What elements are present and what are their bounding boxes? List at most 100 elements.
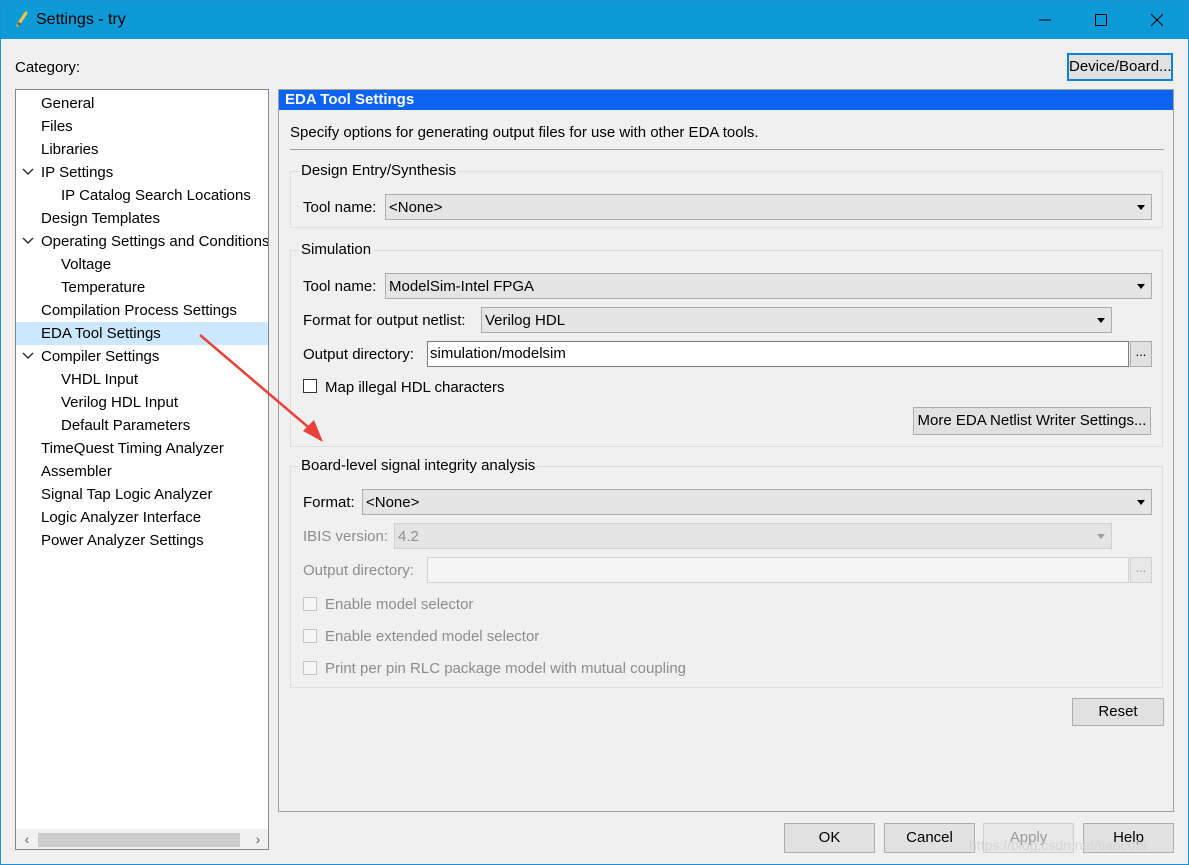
tree-item[interactable]: General bbox=[16, 92, 268, 115]
tree-item[interactable]: IP Catalog Search Locations bbox=[16, 184, 268, 207]
print-per-pin-checkbox[interactable] bbox=[303, 661, 317, 675]
chevron-down-icon bbox=[1097, 318, 1105, 323]
tree-item[interactable]: Default Parameters bbox=[16, 414, 268, 437]
simulation-tool-select[interactable]: ModelSim-Intel FPGA bbox=[385, 273, 1152, 299]
enable-extended-model-selector-checkbox[interactable] bbox=[303, 629, 317, 643]
tree-item[interactable]: TimeQuest Timing Analyzer bbox=[16, 437, 268, 460]
output-directory-label: Output directory: bbox=[303, 346, 414, 363]
group-title: Board-level signal integrity analysis bbox=[299, 457, 538, 475]
netlist-format-select[interactable]: Verilog HDL bbox=[481, 307, 1112, 333]
tree-item[interactable]: Files bbox=[16, 115, 268, 138]
tree-item[interactable]: EDA Tool Settings bbox=[16, 322, 268, 345]
tree-item-label: EDA Tool Settings bbox=[41, 325, 161, 342]
enable-model-selector-checkbox[interactable] bbox=[303, 597, 317, 611]
window-title: Settings - try bbox=[36, 11, 126, 28]
title-bar: Settings - try bbox=[1, 1, 1188, 39]
tree-item[interactable]: Design Templates bbox=[16, 207, 268, 230]
tree-item-label: Operating Settings and Conditions bbox=[41, 233, 269, 250]
chevron-down-icon[interactable] bbox=[22, 167, 34, 177]
output-directory-label: Output directory: bbox=[303, 562, 414, 579]
tree-item[interactable]: Libraries bbox=[16, 138, 268, 161]
tree-item-label: Logic Analyzer Interface bbox=[41, 509, 202, 526]
design-entry-tool-select[interactable]: <None> bbox=[385, 194, 1152, 220]
tree-item-label: IP Settings bbox=[41, 164, 114, 181]
minimize-button[interactable] bbox=[1017, 1, 1073, 39]
board-level-group: Board-level signal integrity analysis Fo… bbox=[290, 457, 1163, 688]
tree-item[interactable]: Voltage bbox=[16, 253, 268, 276]
tree-item[interactable]: VHDL Input bbox=[16, 368, 268, 391]
minimize-icon bbox=[1039, 19, 1051, 21]
tree-item-label: Power Analyzer Settings bbox=[41, 532, 204, 549]
browse-button[interactable]: ... bbox=[1130, 557, 1152, 583]
ibis-version-select[interactable]: 4.2 bbox=[394, 523, 1112, 549]
chevron-down-icon[interactable] bbox=[22, 236, 34, 246]
format-label: Format for output netlist: bbox=[303, 312, 466, 329]
settings-panel: EDA Tool Settings Specify options for ge… bbox=[278, 89, 1174, 812]
group-title: Simulation bbox=[299, 241, 374, 259]
category-tree: General Files Libraries IP Settings IP Catal… bbox=[15, 89, 269, 850]
board-format-select[interactable]: <None> bbox=[362, 489, 1152, 515]
tree-horizontal-scrollbar[interactable]: ‹ › bbox=[16, 829, 268, 849]
tree-item[interactable]: Power Analyzer Settings bbox=[16, 529, 268, 552]
chevron-down-icon bbox=[1137, 500, 1145, 505]
tree-item-label: VHDL Input bbox=[61, 371, 138, 388]
more-eda-settings-button[interactable]: More EDA Netlist Writer Settings... bbox=[913, 407, 1151, 435]
select-value: <None> bbox=[366, 494, 420, 511]
tree-item[interactable]: Temperature bbox=[16, 276, 268, 299]
tree-item[interactable]: Logic Analyzer Interface bbox=[16, 506, 268, 529]
select-value: <None> bbox=[389, 199, 443, 216]
separator bbox=[290, 149, 1164, 150]
close-icon bbox=[1151, 14, 1163, 26]
scroll-right-icon[interactable]: › bbox=[250, 831, 266, 847]
tree-item-label: IP Catalog Search Locations bbox=[61, 187, 251, 204]
output-directory-input[interactable]: simulation/modelsim bbox=[427, 341, 1129, 367]
group-title: Design Entry/Synthesis bbox=[299, 162, 459, 180]
map-illegal-label: Map illegal HDL characters bbox=[325, 379, 505, 396]
tree-item-label: Temperature bbox=[61, 279, 146, 296]
chevron-down-icon bbox=[1137, 205, 1145, 210]
maximize-button[interactable] bbox=[1073, 1, 1129, 39]
app-icon bbox=[16, 11, 28, 27]
reset-button[interactable]: Reset bbox=[1072, 698, 1164, 726]
scroll-thumb[interactable] bbox=[38, 833, 240, 847]
scroll-left-icon[interactable]: ‹ bbox=[19, 831, 35, 847]
select-value: ModelSim-Intel FPGA bbox=[389, 278, 535, 295]
tree-item-label: Compilation Process Settings bbox=[41, 302, 237, 319]
chevron-down-icon bbox=[1137, 284, 1145, 289]
tree-item-label: Files bbox=[41, 118, 73, 135]
enable-extended-model-selector-label: Enable extended model selector bbox=[325, 628, 540, 645]
tree-item[interactable]: Compilation Process Settings bbox=[16, 299, 268, 322]
select-value: Verilog HDL bbox=[485, 312, 566, 329]
board-output-directory-input[interactable] bbox=[427, 557, 1129, 583]
chevron-down-icon[interactable] bbox=[22, 351, 34, 361]
tree-item[interactable]: Compiler Settings bbox=[16, 345, 268, 368]
tree-item-label: Voltage bbox=[61, 256, 112, 273]
enable-model-selector-label: Enable model selector bbox=[325, 596, 474, 613]
watermark-text: https://blog.csdn.net/tiaocola bbox=[969, 837, 1147, 853]
device-board-button[interactable]: Device/Board... bbox=[1067, 53, 1173, 81]
cancel-button[interactable]: Cancel bbox=[884, 823, 975, 853]
map-illegal-checkbox[interactable] bbox=[303, 379, 317, 393]
tool-name-label: Tool name: bbox=[303, 278, 377, 295]
ok-button[interactable]: OK bbox=[784, 823, 875, 853]
design-entry-group: Design Entry/Synthesis Tool name: <None> bbox=[290, 162, 1163, 228]
select-value: 4.2 bbox=[398, 528, 419, 545]
tree-item-label: Libraries bbox=[41, 141, 99, 158]
tree-item-label: Compiler Settings bbox=[41, 348, 160, 365]
tree-item-label: Assembler bbox=[41, 463, 112, 480]
tree-item-label: Default Parameters bbox=[61, 417, 191, 434]
browse-button[interactable]: ... bbox=[1130, 341, 1152, 367]
tree-item[interactable]: Signal Tap Logic Analyzer bbox=[16, 483, 268, 506]
tree-item[interactable]: Assembler bbox=[16, 460, 268, 483]
simulation-group: Simulation Tool name: ModelSim-Intel FPG… bbox=[290, 241, 1163, 447]
tree-item[interactable]: Operating Settings and Conditions bbox=[16, 230, 268, 253]
print-per-pin-label: Print per pin RLC package model with mut… bbox=[325, 660, 687, 677]
settings-window: Settings - try Category: Device/Board...… bbox=[0, 0, 1189, 865]
tree-item[interactable]: Verilog HDL Input bbox=[16, 391, 268, 414]
tree-item-label: Verilog HDL Input bbox=[61, 394, 179, 411]
tree-item-label: Signal Tap Logic Analyzer bbox=[41, 486, 213, 503]
format-label: Format: bbox=[303, 494, 355, 511]
ibis-version-label: IBIS version: bbox=[303, 528, 389, 545]
tree-item[interactable]: IP Settings bbox=[16, 161, 268, 184]
close-button[interactable] bbox=[1129, 1, 1185, 39]
